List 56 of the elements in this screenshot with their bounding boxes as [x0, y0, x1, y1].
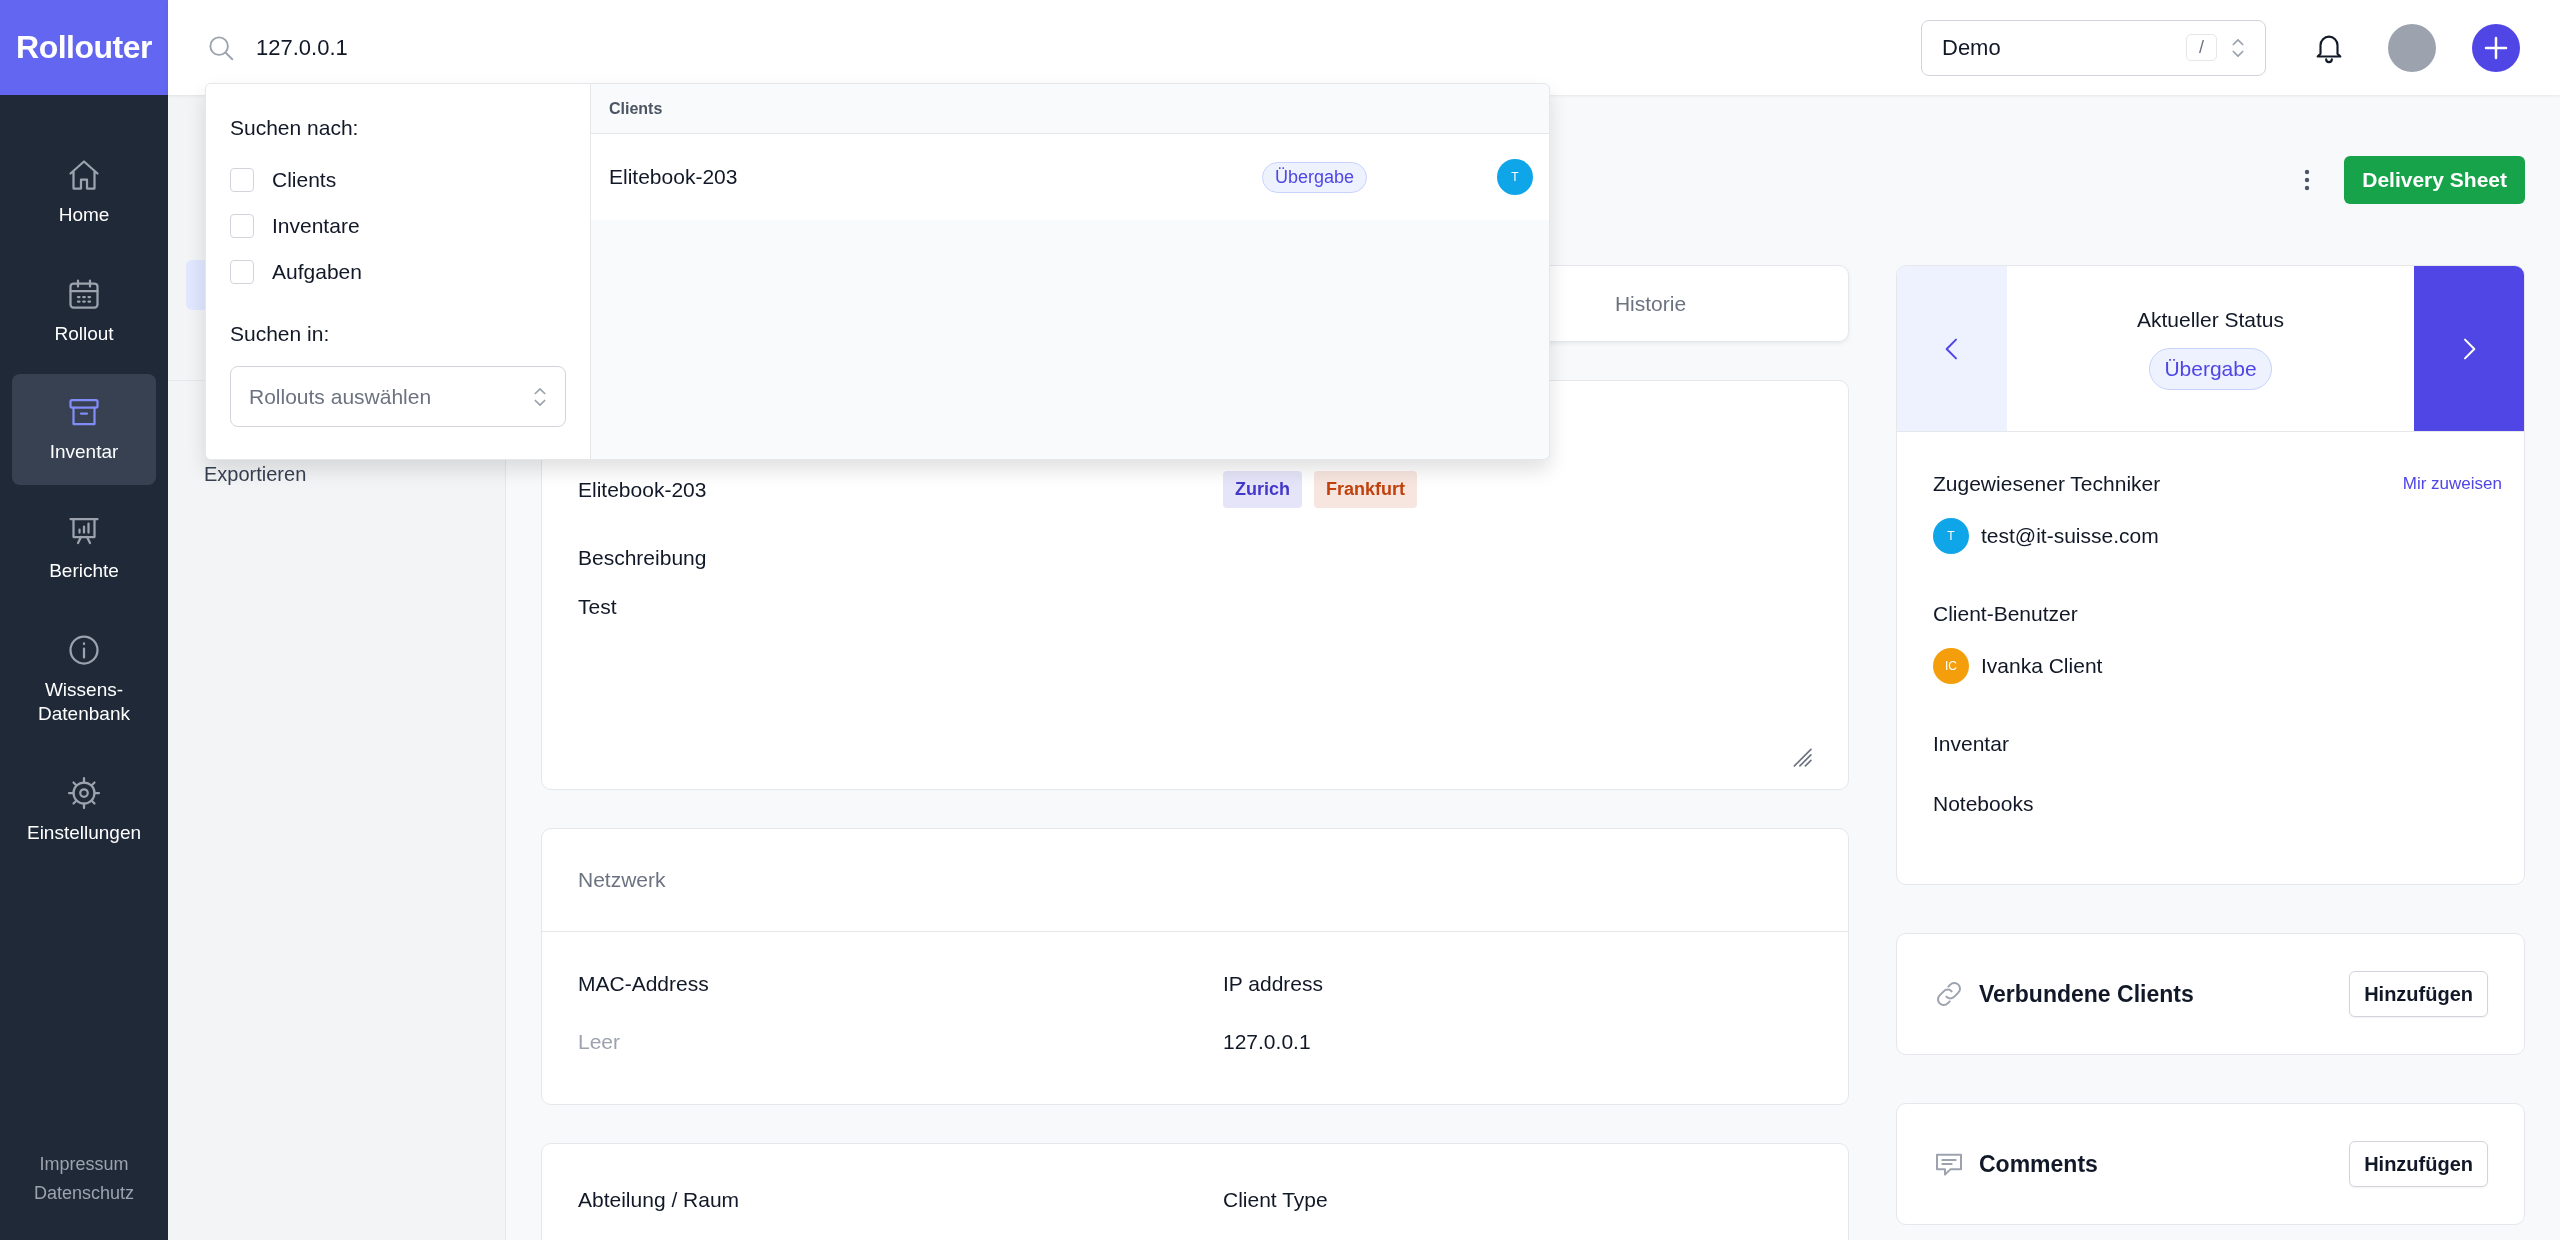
- add-button[interactable]: Hinzufügen: [2349, 971, 2488, 1017]
- workspace-select[interactable]: Demo /: [1921, 19, 2266, 76]
- section-title: Comments: [1979, 1150, 2099, 1178]
- rollout-select[interactable]: Rollouts auswählen: [230, 366, 566, 427]
- assign-to-me-link[interactable]: Mir zuweisen: [2402, 474, 2502, 494]
- field-label: Client Type: [1223, 1188, 1329, 1212]
- nav-item[interactable]: Home: [12, 137, 156, 248]
- checkbox[interactable]: [230, 168, 254, 192]
- checkbox[interactable]: [230, 260, 254, 284]
- status-title: Aktueller Status: [2136, 307, 2285, 332]
- user-name: Ivanka Client: [1981, 654, 2103, 678]
- add-button[interactable]: [2472, 23, 2520, 72]
- section-title: Netzwerk: [578, 868, 666, 892]
- nav-item[interactable]: Inventar: [12, 374, 156, 486]
- filter-heading: Suchen in:: [230, 322, 331, 346]
- footer-link[interactable]: Datenschutz: [33, 1183, 135, 1204]
- search-field[interactable]: 127.0.0.1: [254, 33, 658, 62]
- home-icon: [66, 157, 102, 193]
- user-avatar: IC: [1933, 648, 1969, 684]
- field-value: Leer: [578, 1030, 622, 1054]
- location-tag: Frankfurt: [1314, 471, 1418, 508]
- avatar-placeholder[interactable]: [2388, 23, 2436, 72]
- field-label: Inventar: [1933, 732, 2010, 756]
- nav-item[interactable]: Berichte: [12, 493, 156, 604]
- field-label: Client-Benutzer: [1933, 602, 2079, 626]
- checkbox[interactable]: [230, 214, 254, 238]
- checkbox-label[interactable]: Clients: [272, 168, 337, 192]
- filter-heading: Suchen nach:: [230, 116, 360, 140]
- settings-icon: [66, 775, 102, 812]
- user-avatar: T: [1497, 159, 1533, 195]
- more-icon[interactable]: [2304, 168, 2311, 192]
- logo[interactable]: Rollouter: [0, 0, 168, 95]
- nav-item[interactable]: Rollout: [12, 255, 156, 367]
- checkbox-label[interactable]: Aufgaben: [272, 260, 362, 284]
- description-field[interactable]: Test: [578, 595, 1812, 767]
- field-label: Abteilung / Raum: [578, 1188, 741, 1212]
- section-title: Verbundene Clients: [1979, 980, 2195, 1008]
- nav-item[interactable]: Wissens- Datenbank: [12, 611, 156, 748]
- shortcut-key: /: [2186, 34, 2217, 61]
- footer-link[interactable]: Impressum: [39, 1154, 129, 1175]
- user-name: test@it-suisse.com: [1981, 524, 2159, 548]
- field-value: 127.0.0.1: [1223, 1030, 1312, 1054]
- status-badge: Übergabe: [1261, 161, 1367, 193]
- field-label: IP address: [1223, 972, 1324, 996]
- field-value: Notebooks: [1933, 792, 2035, 816]
- location-tag: Zurich: [1223, 471, 1302, 508]
- checkbox-label[interactable]: Inventare: [272, 214, 360, 238]
- search-result[interactable]: Elitebook-203 Übergabe T: [591, 134, 1549, 220]
- add-button[interactable]: Hinzufügen: [2349, 1141, 2488, 1187]
- field-label: Zugewiesener Techniker: [1933, 472, 2161, 496]
- nav-item[interactable]: Einstellungen: [12, 755, 156, 866]
- client-name: Elitebook-203: [578, 477, 708, 502]
- field-label: Beschreibung: [578, 546, 708, 570]
- user-avatar: T: [1933, 518, 1969, 554]
- field-label: MAC-Address: [578, 972, 710, 996]
- status-badge: Übergabe: [2149, 347, 2272, 390]
